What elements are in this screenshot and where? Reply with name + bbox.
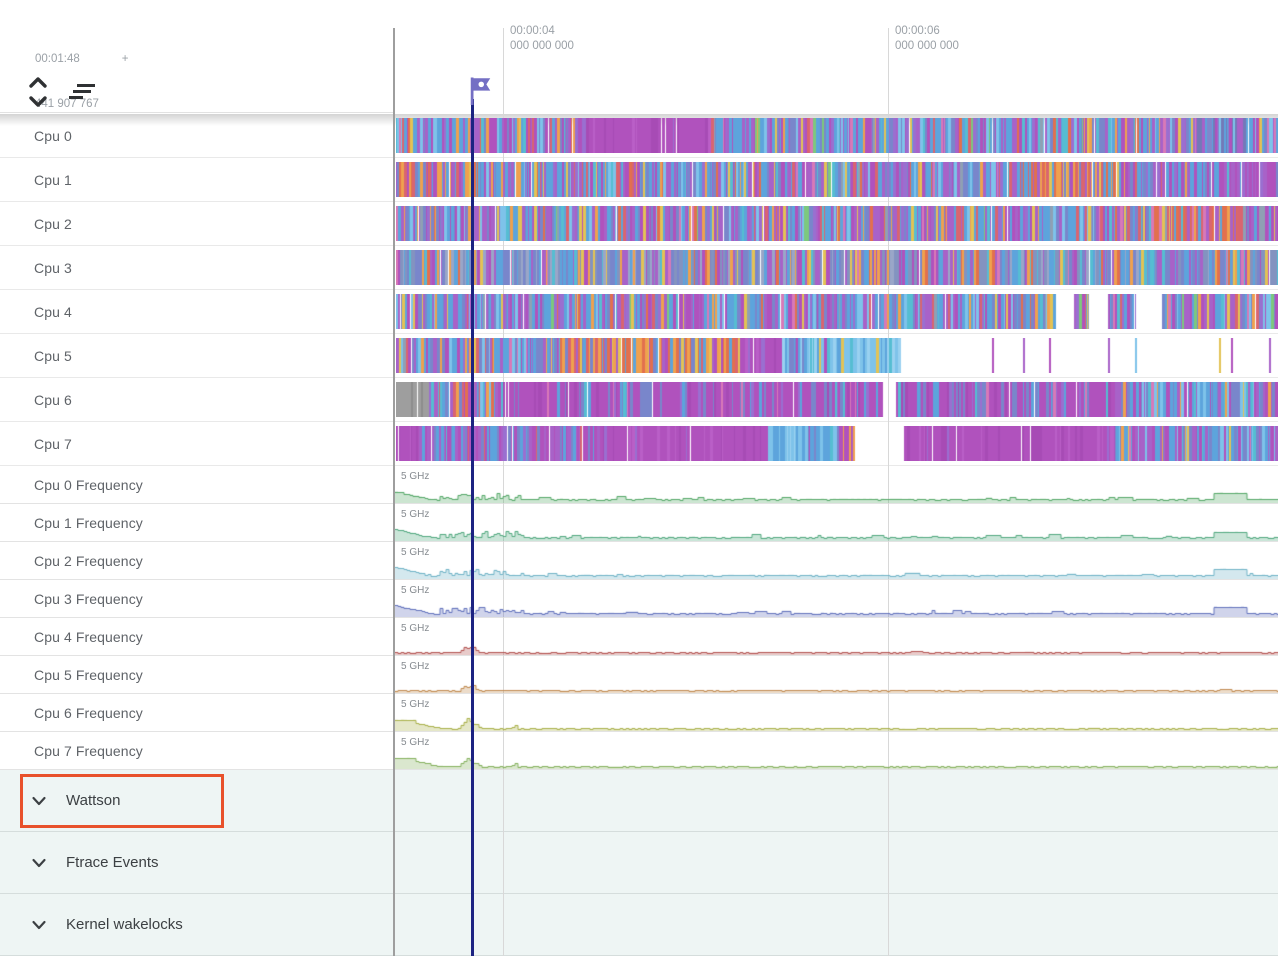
timeline-header: 00:01:48 + 441 907 767 xyxy=(0,0,1278,114)
cpu-track-shell[interactable]: Cpu 3 xyxy=(0,246,393,289)
cpu-frequency-track-shell[interactable]: Cpu 4 Frequency xyxy=(0,618,393,655)
cpu-track-row-0: Cpu 0 xyxy=(0,114,1278,158)
cpu-track-shell[interactable]: Cpu 4 xyxy=(0,290,393,333)
cpu-track-shell[interactable]: Cpu 2 xyxy=(0,202,393,245)
sort-tracks-icon[interactable] xyxy=(65,80,99,104)
track-group-label: Ftrace Events xyxy=(66,854,159,871)
cpu-frequency-track-row-7: 5 GHz Cpu 7 Frequency xyxy=(0,732,1278,770)
expand-collapse-tracks-icon[interactable] xyxy=(27,76,49,108)
cpu-slices-canvas[interactable] xyxy=(396,162,1278,197)
cpu-frequency-chart-canvas[interactable] xyxy=(395,543,1278,579)
frequency-scale-label: 5 GHz xyxy=(401,585,429,596)
cpu-frequency-track-label: Cpu 0 Frequency xyxy=(34,477,143,493)
cpu-slices-canvas[interactable] xyxy=(396,206,1278,241)
cpu-frequency-track-row-0: 5 GHz Cpu 0 Frequency xyxy=(0,466,1278,504)
cpu-frequency-chart-canvas[interactable] xyxy=(395,733,1278,769)
cpu-track-label: Cpu 0 xyxy=(34,128,72,144)
frequency-scale-label: 5 GHz xyxy=(401,737,429,748)
cpu-frequency-track-shell[interactable]: Cpu 2 Frequency xyxy=(0,542,393,579)
cpu-frequency-track-row-5: 5 GHz Cpu 5 Frequency xyxy=(0,656,1278,694)
cpu-track-row-6: Cpu 6 xyxy=(0,378,1278,422)
header-divider xyxy=(0,112,394,113)
cpu-frequency-track-shell[interactable]: Cpu 1 Frequency xyxy=(0,504,393,541)
cpu-track-label: Cpu 1 xyxy=(34,172,72,188)
cpu-frequency-track-shell[interactable]: Cpu 0 Frequency xyxy=(0,466,393,503)
track-group-row-kernel-wakelocks[interactable]: Kernel wakelocks xyxy=(0,894,1278,956)
cpu-frequency-chart-canvas[interactable] xyxy=(395,467,1278,503)
cpu-track-label: Cpu 5 xyxy=(34,348,72,364)
track-rows-container: Cpu 0 Cpu 1 Cpu 2 Cpu 3 Cpu 4 Cpu 5 Cpu … xyxy=(0,114,1278,956)
chevron-down-icon xyxy=(30,854,48,872)
cpu-frequency-track-shell[interactable]: Cpu 5 Frequency xyxy=(0,656,393,693)
cpu-track-label: Cpu 7 xyxy=(34,436,72,452)
cpu-track-label: Cpu 6 xyxy=(34,392,72,408)
cpu-slices-canvas[interactable] xyxy=(396,426,1278,461)
flag-icon[interactable] xyxy=(465,75,495,105)
chevron-down-icon xyxy=(30,792,48,810)
cpu-track-label: Cpu 4 xyxy=(34,304,72,320)
frequency-scale-label: 5 GHz xyxy=(401,623,429,634)
cpu-frequency-track-label: Cpu 1 Frequency xyxy=(34,515,143,531)
frequency-scale-label: 5 GHz xyxy=(401,509,429,520)
cpu-frequency-track-label: Cpu 3 Frequency xyxy=(34,591,143,607)
cpu-track-label: Cpu 2 xyxy=(34,216,72,232)
cpu-frequency-track-shell[interactable]: Cpu 3 Frequency xyxy=(0,580,393,617)
cpu-frequency-track-row-2: 5 GHz Cpu 2 Frequency xyxy=(0,542,1278,580)
viewport-time-primary: 00:01:48 xyxy=(35,52,80,67)
perfetto-timeline-view: 00:01:48 + 441 907 767 Cpu 0 xyxy=(0,0,1278,956)
cpu-track-row-5: Cpu 5 xyxy=(0,334,1278,378)
cpu-frequency-track-row-4: 5 GHz Cpu 4 Frequency xyxy=(0,618,1278,656)
track-group-row-wattson[interactable]: Wattson xyxy=(0,770,1278,832)
ruler-tick-label-0: 00:00:04000 000 000 xyxy=(510,24,574,54)
frequency-scale-label: 5 GHz xyxy=(401,547,429,558)
cpu-slices-canvas[interactable] xyxy=(396,294,1278,329)
cpu-track-label: Cpu 3 xyxy=(34,260,72,276)
track-group-label: Wattson xyxy=(66,792,120,809)
cpu-slices-canvas[interactable] xyxy=(396,250,1278,285)
cpu-track-row-3: Cpu 3 xyxy=(0,246,1278,290)
cpu-frequency-track-label: Cpu 5 Frequency xyxy=(34,667,143,683)
cpu-frequency-chart-canvas[interactable] xyxy=(395,695,1278,731)
cpu-slices-canvas[interactable] xyxy=(396,338,1278,373)
cpu-frequency-track-shell[interactable]: Cpu 6 Frequency xyxy=(0,694,393,731)
time-offset-plus: + xyxy=(122,52,129,67)
cpu-frequency-track-label: Cpu 7 Frequency xyxy=(34,743,143,759)
cpu-frequency-chart-canvas[interactable] xyxy=(395,505,1278,541)
ruler-tick-label-1: 00:00:06000 000 000 xyxy=(895,24,959,54)
cpu-track-row-1: Cpu 1 xyxy=(0,158,1278,202)
flag-marker-line[interactable] xyxy=(471,99,474,956)
cpu-frequency-track-label: Cpu 4 Frequency xyxy=(34,629,143,645)
cpu-track-shell[interactable]: Cpu 5 xyxy=(0,334,393,377)
frequency-scale-label: 5 GHz xyxy=(401,699,429,710)
cpu-frequency-chart-canvas[interactable] xyxy=(395,657,1278,693)
cpu-track-row-2: Cpu 2 xyxy=(0,202,1278,246)
cpu-track-shell[interactable]: Cpu 1 xyxy=(0,158,393,201)
cpu-track-shell[interactable]: Cpu 7 xyxy=(0,422,393,465)
cpu-frequency-track-shell[interactable]: Cpu 7 Frequency xyxy=(0,732,393,769)
cpu-frequency-track-row-1: 5 GHz Cpu 1 Frequency xyxy=(0,504,1278,542)
cpu-track-shell[interactable]: Cpu 0 xyxy=(0,114,393,157)
track-group-label: Kernel wakelocks xyxy=(66,916,183,933)
frequency-scale-label: 5 GHz xyxy=(401,661,429,672)
cpu-frequency-chart-canvas[interactable] xyxy=(395,581,1278,617)
frequency-scale-label: 5 GHz xyxy=(401,471,429,482)
cpu-track-row-7: Cpu 7 xyxy=(0,422,1278,466)
group-highlight-box xyxy=(20,774,224,828)
track-group-row-ftrace-events[interactable]: Ftrace Events xyxy=(0,832,1278,894)
chevron-down-icon xyxy=(30,916,48,934)
cpu-frequency-track-row-3: 5 GHz Cpu 3 Frequency xyxy=(0,580,1278,618)
cpu-slices-canvas[interactable] xyxy=(396,118,1278,153)
cpu-frequency-track-label: Cpu 6 Frequency xyxy=(34,705,143,721)
cpu-track-row-4: Cpu 4 xyxy=(0,290,1278,334)
cpu-slices-canvas[interactable] xyxy=(396,382,1278,417)
cpu-frequency-chart-canvas[interactable] xyxy=(395,619,1278,655)
cpu-frequency-track-label: Cpu 2 Frequency xyxy=(34,553,143,569)
cpu-frequency-track-row-6: 5 GHz Cpu 6 Frequency xyxy=(0,694,1278,732)
cpu-track-shell[interactable]: Cpu 6 xyxy=(0,378,393,421)
